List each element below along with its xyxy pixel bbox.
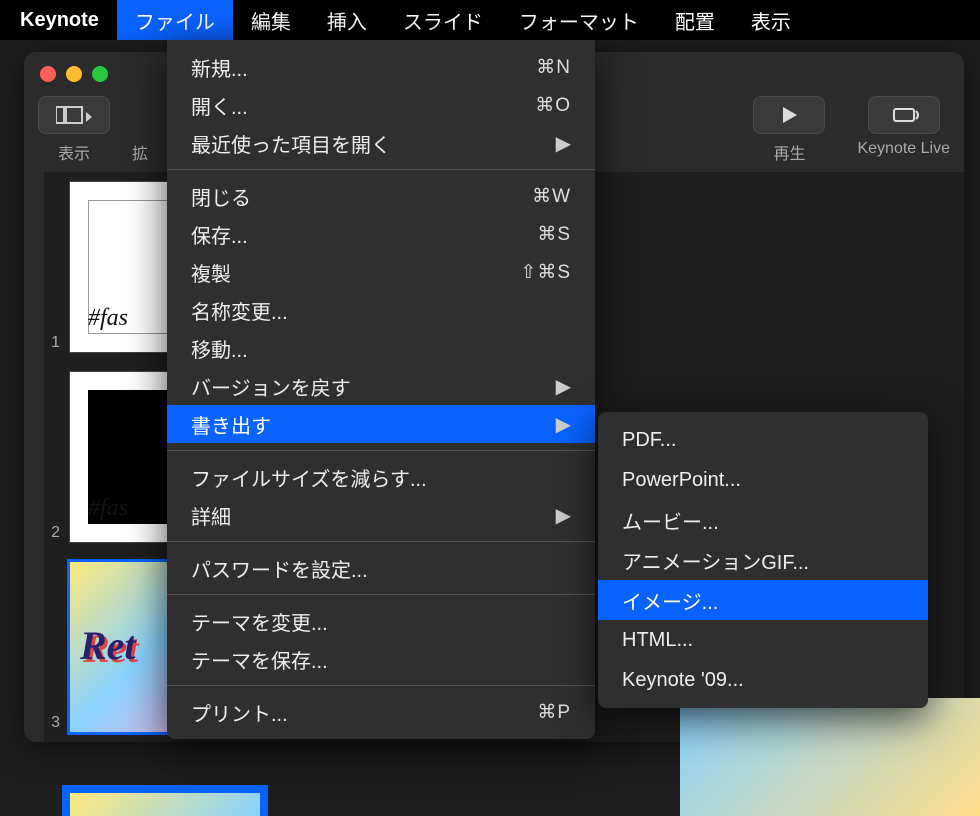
toolbar-zoom-group: 拡 [132, 96, 148, 164]
slide-number: 1 [44, 334, 60, 352]
menu-separator [167, 541, 595, 542]
menu-shortcut: ⌘S [537, 223, 571, 246]
submenu-item[interactable]: PDF... [598, 420, 928, 460]
menu-insert[interactable]: 挿入 [309, 0, 385, 40]
menu-item-label: バージョンを戻す [191, 372, 351, 401]
menu-shortcut: ⌘O [535, 94, 571, 117]
menu-item-label: 保存... [191, 220, 248, 249]
slide-number: 3 [44, 714, 60, 732]
zoom-button[interactable] [92, 66, 108, 82]
thumb-text: Ret [80, 622, 136, 669]
view-button[interactable] [38, 96, 110, 134]
menu-item-label: 詳細 [191, 501, 231, 530]
menu-item-label: 開く... [191, 91, 248, 120]
zoom-label: 拡 [132, 140, 148, 164]
menu-item[interactable]: テーマを変更... [167, 602, 595, 640]
menu-separator [167, 450, 595, 451]
menu-separator [167, 685, 595, 686]
menu-separator [167, 594, 595, 595]
menu-item[interactable]: 名称変更... [167, 291, 595, 329]
submenu-item[interactable]: アニメーションGIF... [598, 540, 928, 580]
submenu-item[interactable]: ムービー... [598, 500, 928, 540]
menu-item[interactable]: 最近使った項目を開く ▶ [167, 124, 595, 162]
menu-separator [167, 169, 595, 170]
menu-item-label: 複製 [191, 258, 231, 287]
view-label: 表示 [58, 140, 90, 164]
menu-item-label: 新規... [191, 53, 248, 82]
thumb-text: #fas [88, 305, 128, 332]
menu-file[interactable]: ファイル [117, 0, 233, 40]
app-name[interactable]: Keynote [10, 9, 117, 32]
menu-item[interactable]: 保存... ⌘S [167, 215, 595, 253]
slide-number: 2 [44, 524, 60, 542]
menu-shortcut: ⌘W [532, 185, 571, 208]
menu-item[interactable]: 開く... ⌘O [167, 86, 595, 124]
minimize-button[interactable] [66, 66, 82, 82]
keynote-live-label: Keynote Live [857, 140, 950, 158]
menu-item[interactable]: 詳細 ▶ [167, 496, 595, 534]
menu-item[interactable]: ファイルサイズを減らす... [167, 458, 595, 496]
menu-item[interactable]: バージョンを戻す ▶ [167, 367, 595, 405]
submenu-arrow-icon: ▶ [556, 503, 571, 528]
submenu-arrow-icon: ▶ [556, 374, 571, 399]
file-menu-dropdown: 新規... ⌘N 開く... ⌘O 最近使った項目を開く ▶ 閉じる ⌘W 保存... ⌘S 複製 ⇧… [167, 40, 595, 739]
submenu-arrow-icon: ▶ [556, 412, 571, 437]
menubar: Keynote ファイル 編集 挿入 スライド フォーマット 配置 表示 [0, 0, 980, 40]
view-icon [56, 105, 92, 125]
menu-item-label: 名称変更... [191, 296, 288, 325]
close-button[interactable] [40, 66, 56, 82]
menu-item-label: プリント... [191, 698, 288, 727]
menu-item-label: パスワードを設定... [191, 554, 368, 583]
menu-shortcut: ⇧⌘S [520, 261, 571, 284]
menu-shortcut: ⌘P [537, 701, 571, 724]
thumb-text: #fas [88, 495, 128, 522]
menu-view[interactable]: 表示 [733, 0, 809, 40]
submenu-item[interactable]: イメージ... [598, 580, 928, 620]
export-submenu: PDF...PowerPoint...ムービー...アニメーションGIF...イ… [598, 412, 928, 708]
slide-thumb-4[interactable] [70, 793, 260, 816]
menu-item-label: 書き出す [191, 410, 271, 439]
menu-arrange[interactable]: 配置 [657, 0, 733, 40]
menu-item-label: テーマを変更... [191, 607, 328, 636]
keynote-live-button[interactable] [868, 96, 940, 134]
menu-item-label: 最近使った項目を開く [191, 129, 391, 158]
menu-item-label: ファイルサイズを減らす... [191, 463, 427, 492]
broadcast-icon [886, 105, 922, 125]
menu-slide[interactable]: スライド [385, 0, 501, 40]
menu-format[interactable]: フォーマット [501, 0, 657, 40]
menu-item-label: 閉じる [191, 182, 251, 211]
menu-edit[interactable]: 編集 [233, 0, 309, 40]
menu-item-label: テーマを保存... [191, 645, 328, 674]
toolbar-view-group: 表示 [38, 96, 110, 164]
play-label: 再生 [773, 140, 805, 164]
submenu-item[interactable]: HTML... [598, 620, 928, 660]
menu-item[interactable]: 閉じる ⌘W [167, 177, 595, 215]
menu-item[interactable]: パスワードを設定... [167, 549, 595, 587]
menu-item[interactable]: 新規... ⌘N [167, 48, 595, 86]
toolbar-live-group: Keynote Live [857, 96, 950, 158]
menu-item[interactable]: プリント... ⌘P [167, 693, 595, 731]
menu-item[interactable]: テーマを保存... [167, 640, 595, 678]
submenu-item[interactable]: Keynote '09... [598, 660, 928, 700]
submenu-item[interactable]: PowerPoint... [598, 460, 928, 500]
play-icon [779, 105, 799, 125]
toolbar-play-group: 再生 [753, 96, 825, 164]
menu-shortcut: ⌘N [536, 56, 571, 79]
current-slide-canvas[interactable] [680, 698, 980, 816]
submenu-arrow-icon: ▶ [556, 131, 571, 156]
menu-item[interactable]: 複製 ⇧⌘S [167, 253, 595, 291]
menu-item[interactable]: 移動... [167, 329, 595, 367]
menu-item-label: 移動... [191, 334, 248, 363]
play-button[interactable] [753, 96, 825, 134]
menu-item[interactable]: 書き出す ▶ [167, 405, 595, 443]
